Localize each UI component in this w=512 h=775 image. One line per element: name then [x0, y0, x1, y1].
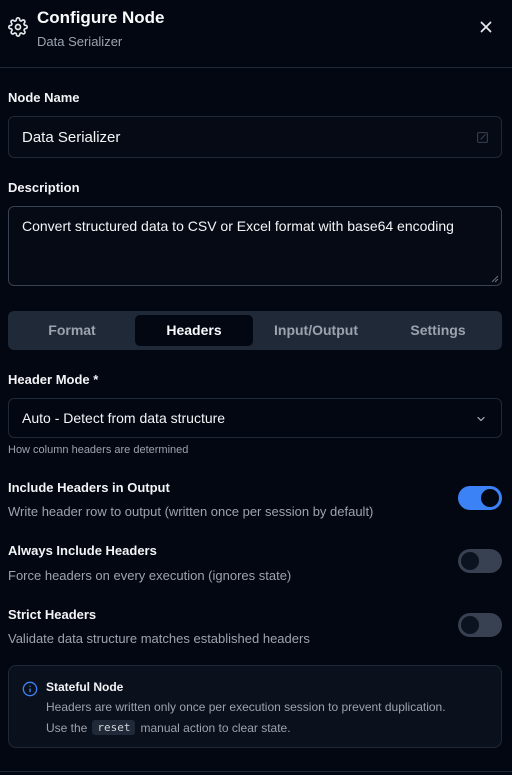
node-name-value: Data Serializer — [22, 129, 121, 146]
toggle-knob — [461, 552, 479, 570]
edit-icon — [477, 132, 488, 143]
description-label: Description — [8, 180, 80, 195]
gear-icon — [8, 17, 28, 37]
header-mode-value: Auto - Detect from data structure — [22, 410, 226, 426]
strict-headers-toggle[interactable] — [458, 613, 502, 637]
reset-code: reset — [92, 720, 136, 735]
description-textarea[interactable]: Convert structured data to CSV or Excel … — [8, 206, 502, 286]
include-headers-title: Include Headers in Output — [8, 480, 170, 495]
info-icon — [22, 681, 38, 697]
description-value: Convert structured data to CSV or Excel … — [22, 218, 454, 234]
toggle-knob — [481, 489, 499, 507]
header-mode-hint: How column headers are determined — [8, 444, 189, 456]
node-name-label: Node Name — [8, 90, 80, 105]
include-headers-toggle[interactable] — [458, 486, 502, 510]
header-mode-label: Header Mode * — [8, 372, 99, 387]
panel-title: Configure Node — [37, 8, 165, 27]
info-text-prefix: Use the — [46, 720, 88, 735]
strict-headers-title: Strict Headers — [8, 607, 97, 622]
chevron-down-icon — [477, 416, 485, 422]
tab-input-output[interactable]: Input/Output — [257, 315, 375, 346]
always-include-headers-description: Force headers on every execution (ignore… — [8, 568, 292, 583]
include-headers-description: Write header row to output (written once… — [8, 504, 374, 519]
info-text-suffix: manual action to clear state. — [140, 720, 291, 735]
tab-format[interactable]: Format — [13, 315, 131, 346]
tab-bar: Format Headers Input/Output Settings — [8, 311, 502, 350]
info-text-line-1: Headers are written only once per execut… — [46, 700, 446, 714]
panel-subtitle: Data Serializer — [37, 34, 123, 49]
info-title: Stateful Node — [46, 680, 124, 694]
strict-headers-description: Validate data structure matches establis… — [8, 631, 310, 646]
resize-handle-icon[interactable] — [491, 275, 499, 283]
configure-node-panel: Configure Node Data Serializer Node Name… — [0, 0, 512, 775]
footer-divider — [0, 771, 512, 772]
tab-settings[interactable]: Settings — [379, 315, 497, 346]
stateful-node-info-box: Stateful Node Headers are written only o… — [8, 665, 502, 748]
always-include-headers-toggle[interactable] — [458, 549, 502, 573]
header-mode-select[interactable]: Auto - Detect from data structure — [8, 398, 502, 438]
panel-header: Configure Node Data Serializer — [0, 0, 512, 68]
info-text-line-2: Use the reset manual action to clear sta… — [46, 720, 291, 735]
always-include-headers-title: Always Include Headers — [8, 543, 157, 558]
toggle-knob — [461, 616, 479, 634]
node-name-input[interactable]: Data Serializer — [8, 116, 502, 158]
close-icon[interactable] — [477, 18, 495, 36]
tab-headers[interactable]: Headers — [135, 315, 253, 346]
